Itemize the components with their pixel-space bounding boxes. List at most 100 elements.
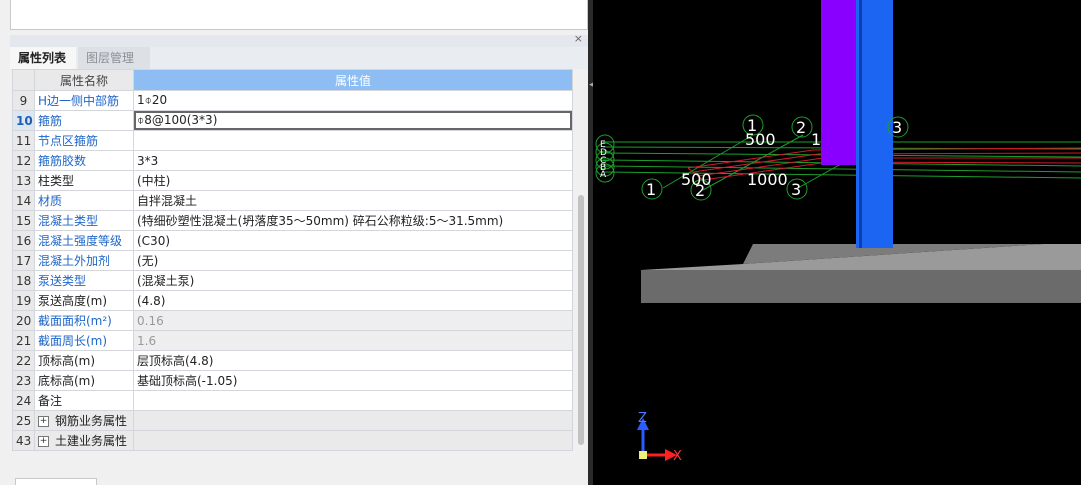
grid-num: 3 [791,180,801,199]
row-number: 23 [12,370,35,391]
property-name: H边一侧中部筋 [34,90,134,111]
dim-label: 1000 [747,170,788,189]
row-number: 43 [12,430,35,451]
table-row[interactable]: 13 柱类型 (中柱) [12,170,573,191]
table-row[interactable]: 15 混凝土类型 (特细砂塑性混凝土(坍落度35～50mm) 碎石公称粒级:5～31… [12,210,573,231]
property-value-readonly: 1.6 [133,330,573,351]
table-row[interactable]: 23 底标高(m) 基础顶标高(-1.05) [12,370,573,391]
table-row[interactable]: 16 混凝土强度等级 (C30) [12,230,573,251]
property-name: 混凝土类型 [34,210,134,231]
property-value[interactable]: 1⌽20 [133,90,573,111]
vertical-scrollbar[interactable] [575,69,587,473]
purple-column[interactable] [821,0,858,165]
property-value[interactable]: (中柱) [133,170,573,191]
side-axis-letters: E D C B A [600,140,607,180]
expand-icon[interactable]: + [38,436,49,447]
grid-num: 1 [646,180,656,199]
row-number: 9 [12,90,35,111]
group-label: 钢筋业务属性 [55,414,128,428]
table-row[interactable]: 9 H边一侧中部筋 1⌽20 [12,90,573,111]
table-row[interactable]: 21 截面周长(m) 1.6 [12,330,573,351]
panel-title-bar: × [10,32,588,47]
row-number: 14 [12,190,35,211]
grid-num: 3 [892,118,902,137]
header-index [12,69,35,91]
property-value[interactable]: 自拌混凝土 [133,190,573,211]
row-number: 16 [12,230,35,251]
row-number: 13 [12,170,35,191]
table-row[interactable]: 20 截面面积(m²) 0.16 [12,310,573,331]
group-row[interactable]: 43 + 土建业务属性 [12,430,573,451]
group-name[interactable]: + 钢筋业务属性 [34,410,134,431]
dim-label: 1 [811,130,821,149]
row-number: 10 [12,110,35,131]
property-name: 备注 [34,390,134,411]
property-name: 截面周长(m) [34,330,134,351]
property-name: 底标高(m) [34,370,134,391]
property-value[interactable]: (混凝土泵) [133,270,573,291]
property-name: 混凝土外加剂 [34,250,134,271]
property-value[interactable]: (C30) [133,230,573,251]
row-number: 12 [12,150,35,171]
group-row[interactable]: 25 + 钢筋业务属性 [12,410,573,431]
table-row[interactable]: 24 备注 [12,390,573,411]
property-value-editor[interactable]: ⌽8@100(3*3) [133,110,573,131]
group-value [133,410,573,431]
row-number: 18 [12,270,35,291]
row-number: 21 [12,330,35,351]
property-value[interactable]: 3*3 [133,150,573,171]
blue-column-edge [859,0,862,248]
3d-scene: 1 2 3 1 2 3 500 500 1000 1 E D C B A Z X [595,0,1081,464]
property-name: 节点区箍筋 [34,130,134,151]
dim-label: 500 [745,130,776,149]
row-number: 19 [12,290,35,311]
table-row[interactable]: 11 节点区箍筋 [12,130,573,151]
bottom-button[interactable] [15,478,97,485]
table-row[interactable]: 12 箍筋胶数 3*3 [12,150,573,171]
origin-marker [639,451,647,459]
property-name: 泵送类型 [34,270,134,291]
3d-viewport[interactable]: 1 2 3 1 2 3 500 500 1000 1 E D C B A Z X [593,0,1081,485]
row-number: 20 [12,310,35,331]
property-value[interactable]: 基础顶标高(-1.05) [133,370,573,391]
table-row[interactable]: 18 泵送类型 (混凝土泵) [12,270,573,291]
property-value[interactable]: 层顶标高(4.8) [133,350,573,371]
header-property-value: 属性值 [133,69,573,91]
table-row[interactable]: 22 顶标高(m) 层顶标高(4.8) [12,350,573,371]
property-value[interactable]: (特细砂塑性混凝土(坍落度35～50mm) 碎石公称粒级:5～31.5mm) [133,210,573,231]
row-number: 11 [12,130,35,151]
tab-layer-management[interactable]: 图层管理 [78,47,150,69]
table-row[interactable]: 14 材质 自拌混凝土 [12,190,573,211]
row-number: 24 [12,390,35,411]
property-name: 截面面积(m²) [34,310,134,331]
row-number: 17 [12,250,35,271]
row-number: 15 [12,210,35,231]
property-panel: × 属性列表 图层管理 属性名称 属性值 9 H边一侧中部筋 1⌽20 10 箍筋 ⌽8… [0,0,593,485]
grid-num: 2 [796,118,806,137]
group-value [133,430,573,451]
row-number: 22 [12,350,35,371]
axis-gizmo: Z X [637,411,682,464]
tab-property-list[interactable]: 属性列表 [10,47,76,69]
table-row-selected[interactable]: 10 箍筋 ⌽8@100(3*3) [12,110,573,131]
property-value-readonly: 0.16 [133,310,573,331]
close-icon[interactable]: × [574,32,583,45]
property-name: 顶标高(m) [34,350,134,371]
property-value[interactable] [133,130,573,151]
property-value[interactable]: (无) [133,250,573,271]
z-axis-label: Z [638,411,647,426]
group-label: 土建业务属性 [55,434,128,448]
property-name: 混凝土强度等级 [34,230,134,251]
panel-tabs: 属性列表 图层管理 [10,47,588,69]
property-name: 泵送高度(m) [34,290,134,311]
property-value[interactable] [133,390,573,411]
expand-icon[interactable]: + [38,416,49,427]
dim-label: 500 [681,170,712,189]
group-name[interactable]: + 土建业务属性 [34,430,134,451]
table-row[interactable]: 17 混凝土外加剂 (无) [12,250,573,271]
scrollbar-thumb[interactable] [578,195,584,445]
table-header-row: 属性名称 属性值 [12,69,573,91]
table-row[interactable]: 19 泵送高度(m) (4.8) [12,290,573,311]
property-table: 属性名称 属性值 9 H边一侧中部筋 1⌽20 10 箍筋 ⌽8@100(3*3) 11… [12,69,573,451]
property-value[interactable]: (4.8) [133,290,573,311]
